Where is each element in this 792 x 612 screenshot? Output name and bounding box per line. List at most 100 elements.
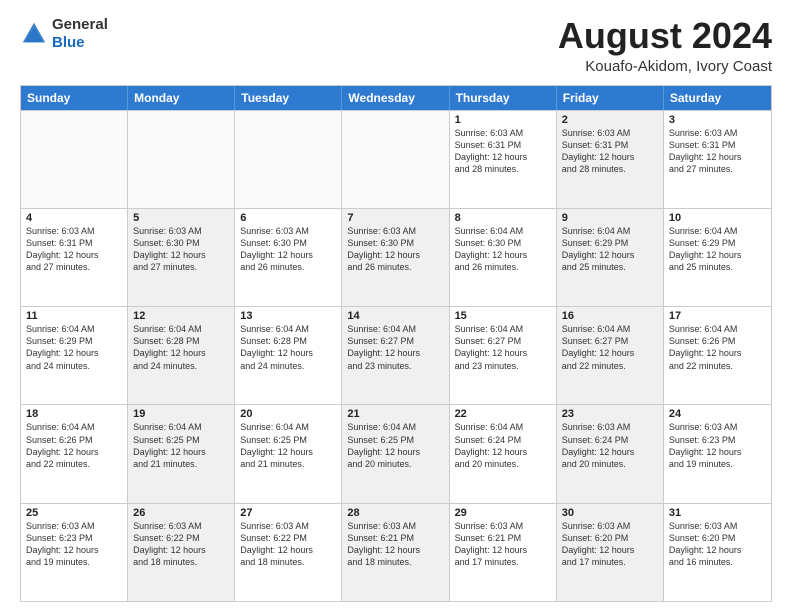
cell-text: Sunrise: 6:04 AM Sunset: 6:27 PM Dayligh… <box>562 323 658 372</box>
day-number: 19 <box>133 408 229 420</box>
cell-text: Sunrise: 6:03 AM Sunset: 6:31 PM Dayligh… <box>562 127 658 176</box>
cell-text: Sunrise: 6:03 AM Sunset: 6:22 PM Dayligh… <box>240 520 336 569</box>
calendar-cell: 26Sunrise: 6:03 AM Sunset: 6:22 PM Dayli… <box>128 504 235 601</box>
cell-text: Sunrise: 6:03 AM Sunset: 6:21 PM Dayligh… <box>347 520 443 569</box>
calendar-cell: 18Sunrise: 6:04 AM Sunset: 6:26 PM Dayli… <box>21 405 128 502</box>
cell-text: Sunrise: 6:04 AM Sunset: 6:28 PM Dayligh… <box>133 323 229 372</box>
calendar-cell: 25Sunrise: 6:03 AM Sunset: 6:23 PM Dayli… <box>21 504 128 601</box>
calendar-cell: 15Sunrise: 6:04 AM Sunset: 6:27 PM Dayli… <box>450 307 557 404</box>
month-year: August 2024 <box>558 16 772 56</box>
header-cell-friday: Friday <box>557 86 664 110</box>
header-cell-tuesday: Tuesday <box>235 86 342 110</box>
day-number: 30 <box>562 507 658 519</box>
cell-text: Sunrise: 6:04 AM Sunset: 6:24 PM Dayligh… <box>455 421 551 470</box>
cell-text: Sunrise: 6:04 AM Sunset: 6:26 PM Dayligh… <box>26 421 122 470</box>
cell-text: Sunrise: 6:04 AM Sunset: 6:25 PM Dayligh… <box>240 421 336 470</box>
day-number: 15 <box>455 310 551 322</box>
day-number: 28 <box>347 507 443 519</box>
day-number: 14 <box>347 310 443 322</box>
cell-text: Sunrise: 6:03 AM Sunset: 6:22 PM Dayligh… <box>133 520 229 569</box>
calendar-row-5: 25Sunrise: 6:03 AM Sunset: 6:23 PM Dayli… <box>21 503 771 601</box>
header-cell-monday: Monday <box>128 86 235 110</box>
cell-text: Sunrise: 6:03 AM Sunset: 6:30 PM Dayligh… <box>347 225 443 274</box>
calendar-cell: 5Sunrise: 6:03 AM Sunset: 6:30 PM Daylig… <box>128 209 235 306</box>
cell-text: Sunrise: 6:04 AM Sunset: 6:27 PM Dayligh… <box>347 323 443 372</box>
day-number: 5 <box>133 212 229 224</box>
day-number: 22 <box>455 408 551 420</box>
cell-text: Sunrise: 6:03 AM Sunset: 6:24 PM Dayligh… <box>562 421 658 470</box>
day-number: 13 <box>240 310 336 322</box>
cell-text: Sunrise: 6:03 AM Sunset: 6:30 PM Dayligh… <box>240 225 336 274</box>
calendar-cell: 12Sunrise: 6:04 AM Sunset: 6:28 PM Dayli… <box>128 307 235 404</box>
day-number: 23 <box>562 408 658 420</box>
calendar-cell: 28Sunrise: 6:03 AM Sunset: 6:21 PM Dayli… <box>342 504 449 601</box>
calendar-cell: 10Sunrise: 6:04 AM Sunset: 6:29 PM Dayli… <box>664 209 771 306</box>
calendar-cell <box>235 111 342 208</box>
calendar-cell: 23Sunrise: 6:03 AM Sunset: 6:24 PM Dayli… <box>557 405 664 502</box>
cell-text: Sunrise: 6:03 AM Sunset: 6:31 PM Dayligh… <box>455 127 551 176</box>
calendar-cell: 2Sunrise: 6:03 AM Sunset: 6:31 PM Daylig… <box>557 111 664 208</box>
day-number: 10 <box>669 212 766 224</box>
cell-text: Sunrise: 6:04 AM Sunset: 6:26 PM Dayligh… <box>669 323 766 372</box>
cell-text: Sunrise: 6:04 AM Sunset: 6:29 PM Dayligh… <box>26 323 122 372</box>
cell-text: Sunrise: 6:04 AM Sunset: 6:25 PM Dayligh… <box>347 421 443 470</box>
calendar-row-3: 11Sunrise: 6:04 AM Sunset: 6:29 PM Dayli… <box>21 306 771 404</box>
cell-text: Sunrise: 6:03 AM Sunset: 6:20 PM Dayligh… <box>562 520 658 569</box>
day-number: 31 <box>669 507 766 519</box>
day-number: 17 <box>669 310 766 322</box>
day-number: 11 <box>26 310 122 322</box>
calendar-cell: 20Sunrise: 6:04 AM Sunset: 6:25 PM Dayli… <box>235 405 342 502</box>
calendar-cell: 19Sunrise: 6:04 AM Sunset: 6:25 PM Dayli… <box>128 405 235 502</box>
calendar-cell: 16Sunrise: 6:04 AM Sunset: 6:27 PM Dayli… <box>557 307 664 404</box>
day-number: 26 <box>133 507 229 519</box>
calendar-body: 1Sunrise: 6:03 AM Sunset: 6:31 PM Daylig… <box>21 110 771 601</box>
day-number: 20 <box>240 408 336 420</box>
calendar-cell: 9Sunrise: 6:04 AM Sunset: 6:29 PM Daylig… <box>557 209 664 306</box>
cell-text: Sunrise: 6:03 AM Sunset: 6:23 PM Dayligh… <box>669 421 766 470</box>
day-number: 25 <box>26 507 122 519</box>
day-number: 8 <box>455 212 551 224</box>
header-cell-saturday: Saturday <box>664 86 771 110</box>
logo-blue-text: Blue <box>52 34 85 51</box>
calendar-cell: 27Sunrise: 6:03 AM Sunset: 6:22 PM Dayli… <box>235 504 342 601</box>
calendar-cell: 17Sunrise: 6:04 AM Sunset: 6:26 PM Dayli… <box>664 307 771 404</box>
calendar-cell <box>21 111 128 208</box>
cell-text: Sunrise: 6:04 AM Sunset: 6:30 PM Dayligh… <box>455 225 551 274</box>
page: General Blue August 2024 Kouafo-Akidom, … <box>0 0 792 612</box>
cell-text: Sunrise: 6:03 AM Sunset: 6:21 PM Dayligh… <box>455 520 551 569</box>
calendar-cell <box>128 111 235 208</box>
day-number: 18 <box>26 408 122 420</box>
logo-general-text: General <box>52 16 108 33</box>
day-number: 24 <box>669 408 766 420</box>
day-number: 27 <box>240 507 336 519</box>
day-number: 12 <box>133 310 229 322</box>
calendar-row-2: 4Sunrise: 6:03 AM Sunset: 6:31 PM Daylig… <box>21 208 771 306</box>
calendar-cell: 31Sunrise: 6:03 AM Sunset: 6:20 PM Dayli… <box>664 504 771 601</box>
calendar-cell: 8Sunrise: 6:04 AM Sunset: 6:30 PM Daylig… <box>450 209 557 306</box>
cell-text: Sunrise: 6:04 AM Sunset: 6:25 PM Dayligh… <box>133 421 229 470</box>
calendar-cell: 13Sunrise: 6:04 AM Sunset: 6:28 PM Dayli… <box>235 307 342 404</box>
day-number: 9 <box>562 212 658 224</box>
calendar-cell: 6Sunrise: 6:03 AM Sunset: 6:30 PM Daylig… <box>235 209 342 306</box>
calendar-cell: 4Sunrise: 6:03 AM Sunset: 6:31 PM Daylig… <box>21 209 128 306</box>
calendar-cell: 30Sunrise: 6:03 AM Sunset: 6:20 PM Dayli… <box>557 504 664 601</box>
cell-text: Sunrise: 6:03 AM Sunset: 6:20 PM Dayligh… <box>669 520 766 569</box>
cell-text: Sunrise: 6:04 AM Sunset: 6:27 PM Dayligh… <box>455 323 551 372</box>
calendar-cell: 29Sunrise: 6:03 AM Sunset: 6:21 PM Dayli… <box>450 504 557 601</box>
day-number: 21 <box>347 408 443 420</box>
calendar-header: SundayMondayTuesdayWednesdayThursdayFrid… <box>21 86 771 110</box>
cell-text: Sunrise: 6:03 AM Sunset: 6:31 PM Dayligh… <box>26 225 122 274</box>
header: General Blue August 2024 Kouafo-Akidom, … <box>20 16 772 75</box>
calendar: SundayMondayTuesdayWednesdayThursdayFrid… <box>20 85 772 602</box>
cell-text: Sunrise: 6:04 AM Sunset: 6:28 PM Dayligh… <box>240 323 336 372</box>
calendar-cell: 22Sunrise: 6:04 AM Sunset: 6:24 PM Dayli… <box>450 405 557 502</box>
calendar-cell: 1Sunrise: 6:03 AM Sunset: 6:31 PM Daylig… <box>450 111 557 208</box>
logo-text: General Blue <box>52 16 108 52</box>
logo: General Blue <box>20 16 108 52</box>
cell-text: Sunrise: 6:04 AM Sunset: 6:29 PM Dayligh… <box>669 225 766 274</box>
calendar-row-1: 1Sunrise: 6:03 AM Sunset: 6:31 PM Daylig… <box>21 110 771 208</box>
day-number: 7 <box>347 212 443 224</box>
day-number: 16 <box>562 310 658 322</box>
calendar-cell: 3Sunrise: 6:03 AM Sunset: 6:31 PM Daylig… <box>664 111 771 208</box>
day-number: 6 <box>240 212 336 224</box>
